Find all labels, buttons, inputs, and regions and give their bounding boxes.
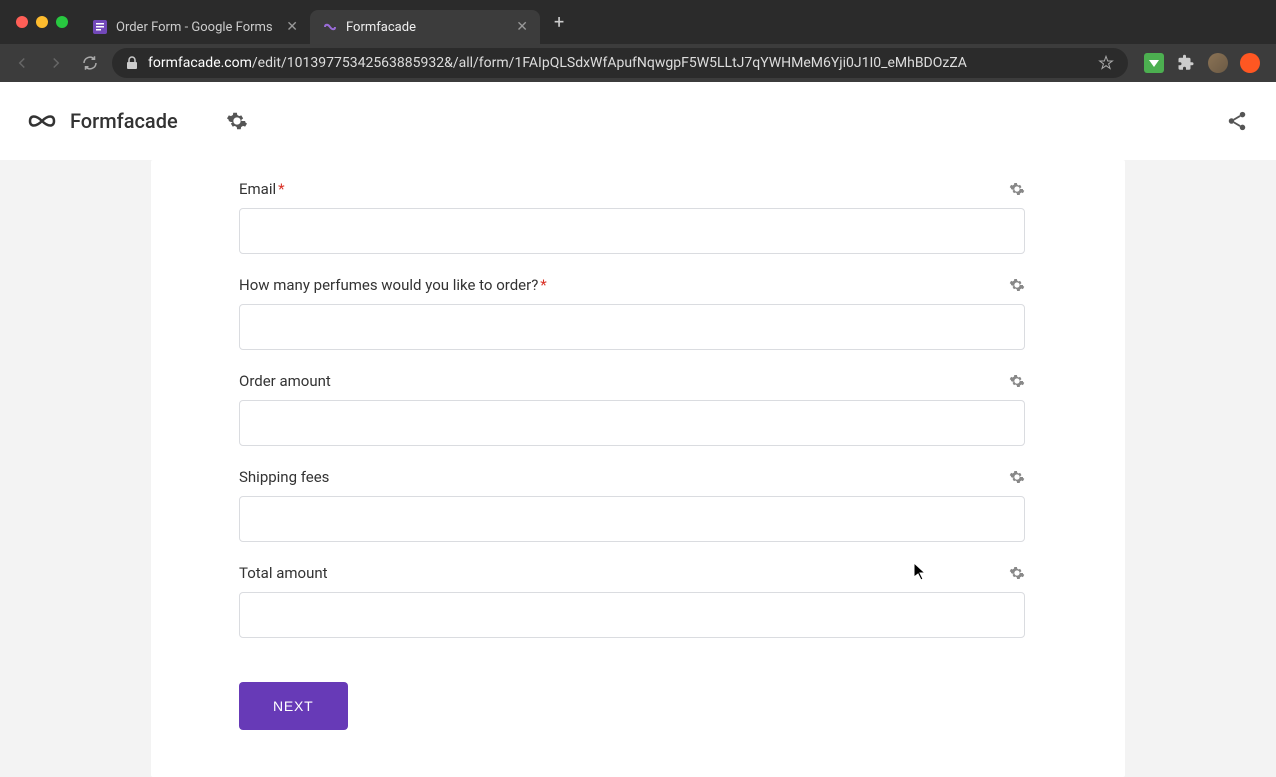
tab-formfacade[interactable]: Formfacade ✕ (310, 10, 540, 44)
field-shipping: Shipping fees (239, 468, 1025, 542)
new-tab-button[interactable]: + (540, 12, 578, 33)
google-forms-icon (92, 19, 108, 35)
field-settings-button[interactable] (1009, 181, 1025, 197)
tab-google-forms[interactable]: Order Form - Google Forms ✕ (80, 10, 310, 44)
back-button[interactable] (10, 51, 34, 75)
formfacade-logo-icon (28, 110, 56, 132)
field-settings-button[interactable] (1009, 565, 1025, 581)
close-icon[interactable]: ✕ (286, 19, 298, 35)
brand-name: Formfacade (70, 109, 178, 133)
extension-icon[interactable] (1144, 53, 1164, 73)
forward-button[interactable] (44, 51, 68, 75)
extension-icon[interactable] (1240, 53, 1260, 73)
window-controls (10, 16, 80, 28)
settings-button[interactable] (226, 110, 248, 132)
field-label: Shipping fees (239, 468, 329, 486)
tab-title: Formfacade (346, 20, 508, 35)
close-icon[interactable]: ✕ (516, 19, 528, 35)
next-button[interactable]: NEXT (239, 682, 348, 730)
field-settings-button[interactable] (1009, 277, 1025, 293)
extension-icons (1138, 53, 1266, 73)
field-label: Order amount (239, 372, 331, 390)
required-indicator: * (540, 276, 546, 294)
field-label: Total amount (239, 564, 328, 582)
shipping-input[interactable] (239, 496, 1025, 542)
app-content: Formfacade Email* (0, 82, 1276, 777)
profile-avatar[interactable] (1208, 53, 1228, 73)
field-total: Total amount (239, 564, 1025, 638)
bookmark-star-icon[interactable] (1098, 55, 1114, 71)
logo-block: Formfacade (28, 109, 248, 133)
field-settings-button[interactable] (1009, 373, 1025, 389)
minimize-window-button[interactable] (36, 16, 48, 28)
toolbar: formfacade.com/edit/10139775342563885932… (0, 44, 1276, 82)
browser-chrome: Order Form - Google Forms ✕ Formfacade ✕… (0, 0, 1276, 82)
app-body: Email* How many perfumes would you like … (0, 160, 1276, 777)
field-label: Email* (239, 180, 285, 198)
close-window-button[interactable] (16, 16, 28, 28)
required-indicator: * (278, 180, 284, 198)
lock-icon (126, 56, 138, 70)
maximize-window-button[interactable] (56, 16, 68, 28)
address-bar[interactable]: formfacade.com/edit/10139775342563885932… (112, 48, 1128, 78)
extensions-menu-icon[interactable] (1176, 53, 1196, 73)
tab-title: Order Form - Google Forms (116, 20, 278, 35)
field-order-amount: Order amount (239, 372, 1025, 446)
field-quantity: How many perfumes would you like to orde… (239, 276, 1025, 350)
total-input[interactable] (239, 592, 1025, 638)
url-text: formfacade.com/edit/10139775342563885932… (148, 55, 1088, 71)
tab-bar: Order Form - Google Forms ✕ Formfacade ✕… (0, 0, 1276, 44)
field-label: How many perfumes would you like to orde… (239, 276, 547, 294)
quantity-input[interactable] (239, 304, 1025, 350)
field-settings-button[interactable] (1009, 469, 1025, 485)
formfacade-icon (322, 19, 338, 35)
form-card: Email* How many perfumes would you like … (151, 160, 1125, 777)
reload-button[interactable] (78, 51, 102, 75)
field-email: Email* (239, 180, 1025, 254)
order-amount-input[interactable] (239, 400, 1025, 446)
share-button[interactable] (1226, 110, 1248, 132)
email-input[interactable] (239, 208, 1025, 254)
app-header: Formfacade (0, 82, 1276, 160)
